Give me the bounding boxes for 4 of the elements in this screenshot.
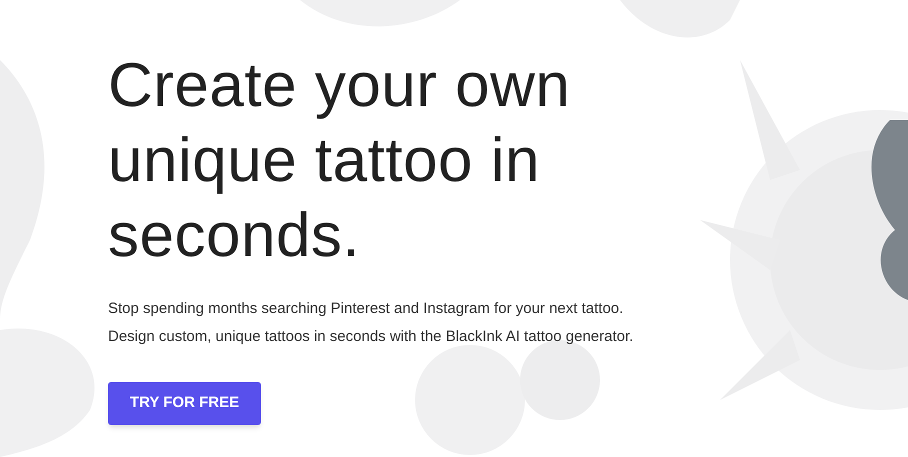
hero-title: Create your own unique tattoo in seconds. [108,50,572,272]
hero-description: Design custom, unique tattoos in seconds with the BlackInk AI tattoo generator. [108,327,634,347]
hero-description: Stop spending months searching Pinterest and Instagram for your next tattoo. [108,299,624,319]
try-for-free-button[interactable]: TRY FOR FREE [108,382,261,425]
